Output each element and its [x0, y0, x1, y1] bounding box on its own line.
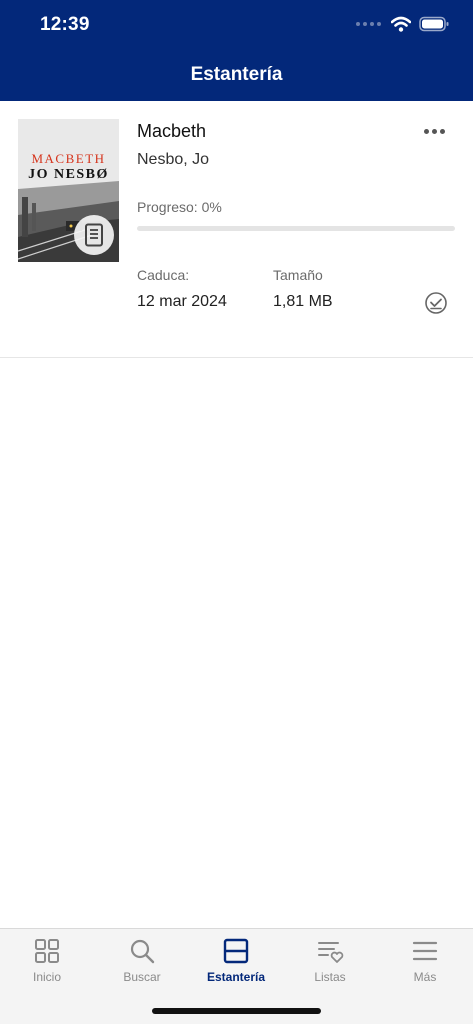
- tab-buscar[interactable]: Buscar: [95, 937, 189, 989]
- app-header: 12:39 Estantería: [0, 0, 473, 101]
- tab-label: Más: [413, 970, 437, 984]
- size-label: Tamaño: [273, 267, 323, 283]
- tab-mas[interactable]: Más: [378, 937, 472, 989]
- home-indicator: [152, 1008, 321, 1014]
- tab-estanteria[interactable]: Estantería: [189, 937, 283, 989]
- battery-icon: [419, 16, 449, 32]
- tab-label: Buscar: [123, 970, 161, 984]
- check-circle-icon: [425, 292, 447, 314]
- shelf-icon: [223, 938, 249, 964]
- cover-author: JO NESBØ: [28, 167, 109, 182]
- book-cover[interactable]: MACBETH JO NESBØ: [18, 119, 119, 262]
- tab-listas[interactable]: Listas: [283, 937, 377, 989]
- menu-icon: [412, 941, 438, 961]
- format-badge: [74, 215, 114, 255]
- cover-title: MACBETH: [31, 151, 106, 166]
- size-value: 1,81 MB: [273, 293, 333, 310]
- grid-icon: [35, 939, 59, 963]
- progress-bar: [137, 226, 455, 231]
- status-time: 12:39: [40, 14, 90, 35]
- more-dot: [423, 128, 429, 134]
- more-icon[interactable]: [418, 121, 450, 141]
- list-heart-icon: [318, 942, 344, 963]
- more-dot: [439, 128, 445, 134]
- book-list-item[interactable]: MACBETH JO NESBØ Macbeth Nesbo, Jo Progr…: [0, 101, 473, 358]
- search-icon: [130, 939, 155, 964]
- expiry-value: 12 mar 2024: [137, 293, 227, 310]
- wifi-icon: [391, 16, 411, 32]
- status-icons: [355, 16, 449, 32]
- expiry-label: Caduca:: [137, 267, 190, 283]
- tab-label: Inicio: [32, 970, 61, 984]
- book-author: Nesbo, Jo: [137, 151, 210, 168]
- book-title[interactable]: Macbeth: [137, 121, 206, 142]
- page-title: Estantería: [190, 64, 283, 85]
- tab-label: Estantería: [206, 970, 266, 984]
- document-icon: [85, 223, 103, 247]
- progress-label: Progreso: 0%: [137, 199, 222, 215]
- cellular-signal-icon: [356, 22, 381, 26]
- tab-inicio[interactable]: Inicio: [0, 937, 94, 989]
- more-dot: [431, 128, 437, 134]
- tab-label: Listas: [314, 970, 346, 984]
